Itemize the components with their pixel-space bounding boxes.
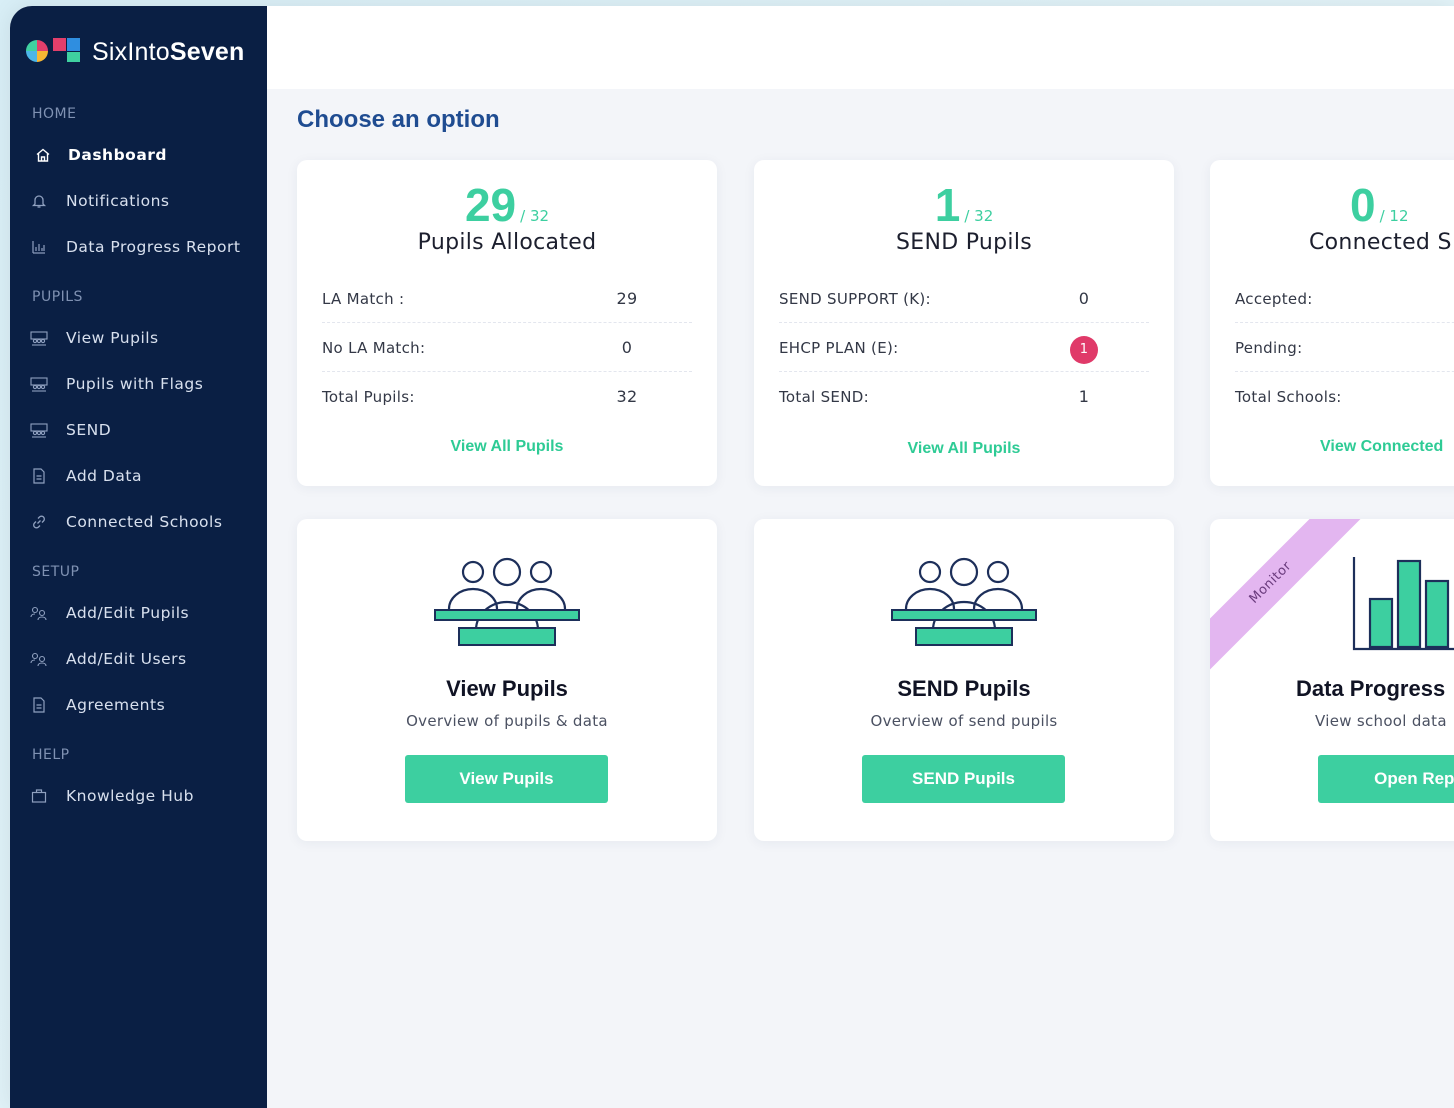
sidebar-item-label: View Pupils — [66, 329, 159, 347]
app-window: SixIntoSeven HOME Dashboard Notification… — [10, 6, 1454, 1108]
sidebar-item-label: Dashboard — [68, 146, 168, 164]
card-title: View Pupils — [446, 676, 568, 701]
stat-row: No LA Match: 0 — [322, 323, 692, 372]
sidebar-item-label: Notifications — [66, 192, 170, 210]
sidebar-item-agreements[interactable]: Agreements — [30, 690, 165, 720]
sidebar-item-add-edit-users[interactable]: Add/Edit Users — [30, 644, 187, 674]
sidebar-item-label: Data Progress Report — [66, 238, 241, 256]
open-report-button[interactable]: Open Repo — [1318, 755, 1454, 803]
sidebar-item-add-edit-pupils[interactable]: Add/Edit Pupils — [30, 598, 189, 628]
stat-card-connected-schools: 0/ 12 Connected S Accepted: Pending: Tot… — [1210, 160, 1454, 486]
logo-mark-icon — [26, 36, 82, 68]
stat-row: Total Schools: — [1235, 388, 1342, 406]
count-badge[interactable]: 1 — [1070, 336, 1098, 364]
sidebar-item-notifications[interactable]: Notifications — [30, 186, 170, 216]
section-help: HELP — [32, 747, 70, 763]
card-title: Pupils Allocated — [417, 230, 597, 255]
sidebar-item-label: SEND — [66, 421, 112, 439]
section-setup: SETUP — [32, 564, 80, 580]
card-subtitle: Overview of pupils & data — [406, 712, 608, 730]
document-icon — [30, 696, 48, 714]
brand-name: SixIntoSeven — [92, 37, 245, 66]
stat-row: Total Pupils: 32 — [322, 387, 638, 406]
chart-icon — [30, 238, 48, 256]
sidebar-item-dashboard[interactable]: Dashboard — [34, 140, 167, 170]
card-title: SEND Pupils — [897, 676, 1031, 701]
stat-value: 0/ 12 — [1350, 179, 1409, 231]
home-icon — [34, 146, 52, 164]
brand-logo[interactable]: SixIntoSeven — [26, 36, 245, 68]
briefcase-icon — [30, 787, 48, 805]
monitor-ribbon: Monitor — [1210, 519, 1370, 679]
sidebar-item-add-data[interactable]: Add Data — [30, 461, 142, 491]
bell-icon — [30, 192, 48, 210]
sidebar-item-send[interactable]: SEND — [30, 415, 111, 445]
card-subtitle: Overview of send pupils — [870, 712, 1058, 730]
section-pupils: PUPILS — [32, 289, 83, 305]
view-connected-link[interactable]: View Connected — [1320, 438, 1443, 456]
link-icon — [30, 513, 48, 531]
sidebar-item-view-pupils[interactable]: View Pupils — [30, 323, 159, 353]
users-icon — [30, 604, 48, 622]
feature-card-data-progress: Monitor Data Progress View school data O… — [1210, 519, 1454, 841]
card-title: SEND Pupils — [895, 230, 1033, 255]
document-icon — [30, 467, 48, 485]
stat-row: Pending: — [1235, 323, 1454, 372]
card-subtitle: View school data — [1315, 712, 1447, 730]
sidebar-item-label: Knowledge Hub — [66, 787, 194, 805]
group-icon — [30, 375, 48, 393]
group-icon — [30, 421, 48, 439]
page-title: Choose an option — [297, 106, 500, 133]
sidebar-item-label: Add/Edit Users — [66, 650, 187, 668]
group-icon — [434, 557, 580, 646]
view-pupils-button[interactable]: View Pupils — [405, 755, 608, 803]
users-icon — [30, 650, 48, 668]
stat-row: Total SEND: 1 — [779, 387, 1090, 406]
stat-card-pupils-allocated: 29/ 32 Pupils Allocated LA Match :29 No … — [297, 160, 717, 486]
sidebar-item-label: Pupils with Flags — [66, 375, 204, 393]
ribbon-label: Monitor — [1210, 519, 1366, 678]
sidebar-item-knowledge-hub[interactable]: Knowledge Hub — [30, 781, 194, 811]
group-icon — [891, 557, 1037, 646]
stat-row: EHCP PLAN (E): 1 — [779, 323, 1149, 372]
group-icon — [30, 329, 48, 347]
feature-card-send-pupils: SEND Pupils Overview of send pupils SEND… — [754, 519, 1174, 841]
sidebar-item-label: Add/Edit Pupils — [66, 604, 190, 622]
stat-row: Accepted: — [1235, 274, 1454, 323]
send-pupils-button[interactable]: SEND Pupils — [862, 755, 1065, 803]
view-all-pupils-link[interactable]: View All Pupils — [297, 438, 717, 456]
stat-row: LA Match :29 — [322, 274, 692, 323]
section-home: HOME — [32, 106, 77, 122]
view-all-pupils-link[interactable]: View All Pupils — [754, 440, 1174, 458]
sidebar-item-connected-schools[interactable]: Connected Schools — [30, 507, 222, 537]
stat-value: 1/ 32 — [934, 179, 994, 231]
stat-card-send-pupils: 1/ 32 SEND Pupils SEND SUPPORT (K): 0 EHC… — [754, 160, 1174, 486]
feature-card-view-pupils: View Pupils Overview of pupils & data Vi… — [297, 519, 717, 841]
top-bar — [267, 6, 1454, 89]
card-title: Data Progress — [1296, 676, 1446, 701]
bar-chart-icon — [1352, 557, 1454, 651]
sidebar-item-label: Agreements — [66, 696, 166, 714]
sidebar-item-label: Add Data — [66, 467, 142, 485]
card-title: Connected S — [1309, 230, 1452, 255]
stat-row: SEND SUPPORT (K): 0 — [779, 274, 1149, 323]
sidebar-item-data-progress-report[interactable]: Data Progress Report — [30, 232, 240, 262]
sidebar: SixIntoSeven HOME Dashboard Notification… — [10, 6, 267, 1108]
stat-value: 29/ 32 — [464, 179, 550, 231]
sidebar-item-pupils-with-flags[interactable]: Pupils with Flags — [30, 369, 203, 399]
sidebar-item-label: Connected Schools — [66, 513, 223, 531]
